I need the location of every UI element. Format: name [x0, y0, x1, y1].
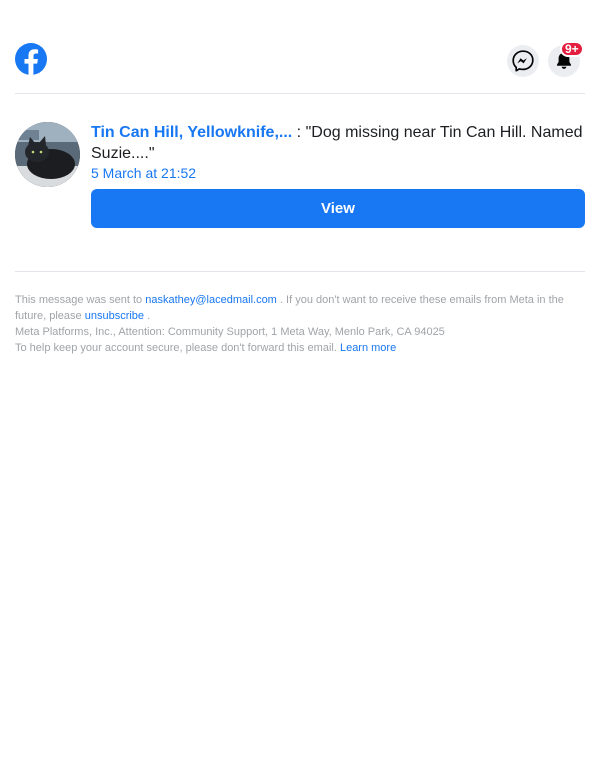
- group-name-link[interactable]: Tin Can Hill, Yellowknife,...: [91, 124, 292, 141]
- avatar[interactable]: [15, 122, 80, 187]
- messenger-button[interactable]: [507, 45, 539, 77]
- footer-period: .: [144, 310, 151, 322]
- email-header: 9+: [15, 41, 585, 77]
- quote-close: ": [148, 145, 155, 162]
- messenger-icon: [512, 50, 534, 72]
- email-page: 9+ Tin Can Hill, Yellowknife,... : "Dog …: [0, 0, 600, 768]
- header-divider: [15, 93, 585, 94]
- email-footer: This message was sent to naskathey@laced…: [15, 292, 580, 356]
- notification-text: Tin Can Hill, Yellowknife,... : "Dog mis…: [91, 122, 585, 164]
- notification-timestamp: 5 March at 21:52: [91, 165, 197, 181]
- notification-count-badge: 9+: [560, 41, 584, 57]
- facebook-logo-icon[interactable]: [15, 43, 47, 75]
- footer-security-line: To help keep your account secure, please…: [15, 340, 580, 356]
- recipient-email-link[interactable]: naskathey@lacedmail.com: [145, 294, 277, 306]
- view-button[interactable]: View: [91, 189, 585, 228]
- content-divider: [15, 271, 585, 272]
- unsubscribe-link[interactable]: unsubscribe: [85, 310, 144, 322]
- avatar-photo-icon: [15, 122, 80, 187]
- notification-separator: :: [292, 124, 306, 141]
- footer-sent-to-text: This message was sent to: [15, 294, 146, 306]
- footer-address: Meta Platforms, Inc., Attention: Communi…: [15, 326, 445, 338]
- learn-more-link[interactable]: Learn more: [340, 342, 396, 354]
- footer-recipient-line: This message was sent to naskathey@laced…: [15, 292, 580, 324]
- footer-security-text: To help keep your account secure, please…: [15, 342, 340, 354]
